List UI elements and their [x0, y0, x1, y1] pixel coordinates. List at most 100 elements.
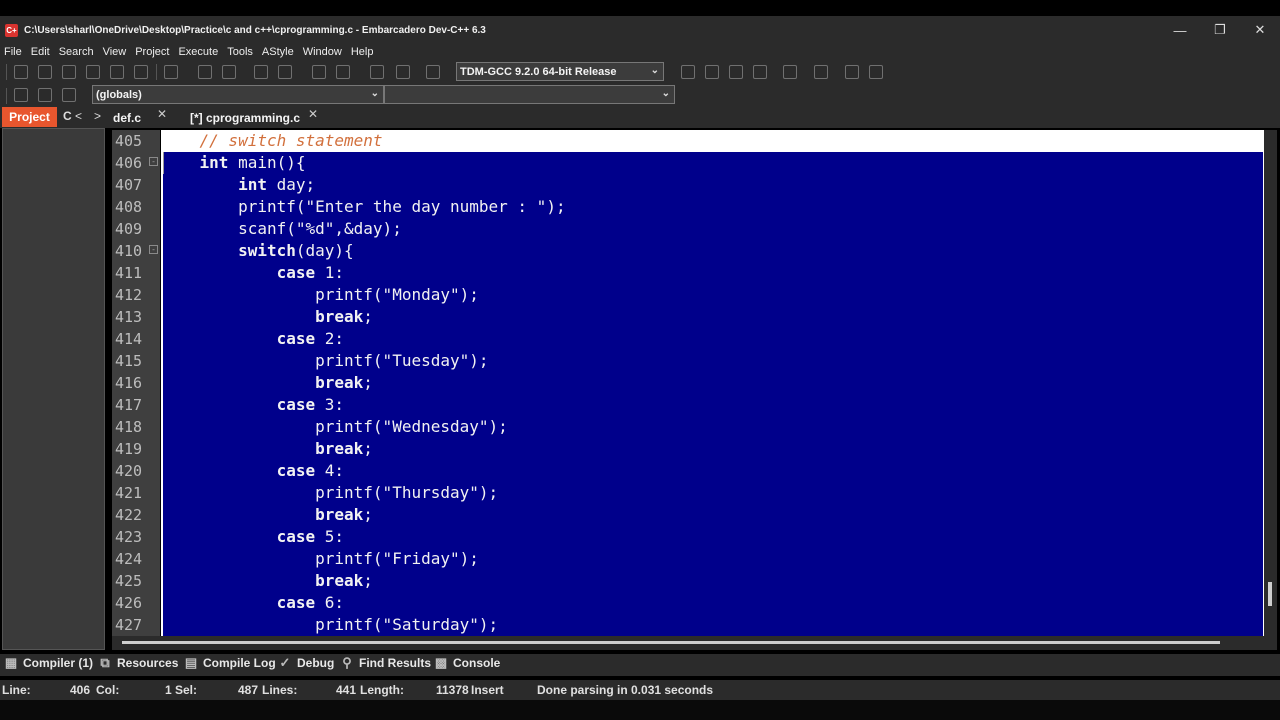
- vertical-scrollbar[interactable]: [1264, 130, 1277, 636]
- code-text: 4:: [315, 461, 345, 480]
- code-text: ;: [363, 439, 373, 458]
- open-folder-icon[interactable]: [38, 65, 52, 79]
- minimize-icon[interactable]: —: [1160, 16, 1200, 44]
- line-number: 413: [112, 306, 160, 328]
- line-number-text: 421: [115, 484, 143, 502]
- code-line: switch(day){: [161, 240, 354, 262]
- line-number-text: 412: [115, 286, 143, 304]
- new-file-icon[interactable]: [14, 65, 28, 79]
- code-comment: // switch statement: [199, 131, 383, 150]
- tab-cprogramming-c[interactable]: [*] cprogramming.c: [190, 108, 300, 128]
- code-keyword: break: [315, 373, 364, 392]
- save-icon[interactable]: [62, 65, 76, 79]
- tab-label: Console: [453, 656, 501, 670]
- line-number: 405: [112, 130, 160, 152]
- print-icon[interactable]: [164, 65, 178, 79]
- menu-window[interactable]: Window: [303, 46, 342, 58]
- save-all-icon[interactable]: [86, 65, 100, 79]
- chart-icon[interactable]: [845, 65, 859, 79]
- code-editor[interactable]: // switch statement int main(){ int day;…: [161, 130, 1277, 636]
- toolbar-grip: [6, 88, 7, 104]
- member-select[interactable]: ⌄: [384, 85, 675, 104]
- tab-label: Find Results: [359, 656, 432, 670]
- vertical-scroll-thumb[interactable]: [1268, 582, 1272, 606]
- line-number: 422: [112, 504, 160, 526]
- new-project-icon[interactable]: [681, 65, 695, 79]
- toolbar-grip: [6, 64, 7, 80]
- tab-def-c[interactable]: def.c: [113, 108, 141, 128]
- menu-execute[interactable]: Execute: [178, 46, 218, 58]
- close-file-icon[interactable]: [110, 65, 124, 79]
- resources-icon: ⧉: [100, 655, 110, 670]
- fold-collapse-icon[interactable]: -: [149, 245, 158, 254]
- menu-view[interactable]: View: [103, 46, 127, 58]
- debug-shield-icon[interactable]: [426, 65, 440, 79]
- line-number: 423: [112, 526, 160, 548]
- project-panel[interactable]: [2, 128, 105, 650]
- horizontal-scroll-thumb[interactable]: [122, 641, 1220, 644]
- menu-file[interactable]: File: [4, 46, 22, 58]
- bookmark-icon[interactable]: [38, 88, 52, 102]
- indent-icon[interactable]: [254, 65, 268, 79]
- tab-compile-log[interactable]: ▤ Compile Log: [184, 655, 276, 670]
- tab-console[interactable]: ▩ Console: [434, 655, 501, 670]
- unindent-icon[interactable]: [278, 65, 292, 79]
- code-text: ;: [363, 505, 373, 524]
- close-tab-icon[interactable]: ✕: [308, 107, 318, 121]
- tab-nav-prev[interactable]: <: [75, 109, 82, 123]
- menu-project[interactable]: Project: [135, 46, 169, 58]
- close-tab-icon[interactable]: ✕: [157, 107, 167, 121]
- tab-resources[interactable]: ⧉ Resources: [98, 655, 179, 670]
- menu-astyle[interactable]: AStyle: [262, 46, 294, 58]
- menu-search[interactable]: Search: [59, 46, 94, 58]
- line-number-text: 407: [115, 176, 143, 194]
- tab-label: Resources: [117, 656, 179, 670]
- tab-find-results[interactable]: ⚲ Find Results: [340, 655, 432, 670]
- horizontal-scrollbar[interactable]: [112, 636, 1277, 650]
- status-lines-label: Lines:: [262, 683, 298, 697]
- tab-debug[interactable]: ✓ Debug: [278, 655, 335, 670]
- line-number-text: 406: [115, 154, 143, 172]
- code-keyword: switch: [238, 241, 296, 260]
- fold-collapse-icon[interactable]: -: [149, 157, 158, 166]
- restore-icon[interactable]: ❐: [1200, 16, 1240, 44]
- code-line: printf("Saturday");: [161, 614, 498, 636]
- grid-view-icon[interactable]: [753, 65, 767, 79]
- tab-compiler[interactable]: ▦ Compiler (1): [4, 655, 93, 670]
- window-icon[interactable]: [705, 65, 719, 79]
- run-icon[interactable]: [396, 65, 410, 79]
- code-text: 3:: [315, 395, 345, 414]
- compile-icon[interactable]: [370, 65, 384, 79]
- tab-project[interactable]: Project: [2, 107, 57, 127]
- menu-edit[interactable]: Edit: [31, 46, 50, 58]
- code-line: printf("Friday");: [161, 548, 479, 570]
- code-keyword: case: [276, 527, 316, 546]
- scope-select[interactable]: (globals) ⌄: [92, 85, 384, 104]
- tab-nav-next[interactable]: >: [94, 109, 101, 123]
- menu-help[interactable]: Help: [351, 46, 374, 58]
- replace-icon[interactable]: [222, 65, 236, 79]
- close-icon[interactable]: ✕: [1240, 16, 1280, 44]
- compiler-select[interactable]: TDM-GCC 9.2.0 64-bit Release ⌄: [456, 62, 664, 81]
- undo-icon[interactable]: [312, 65, 326, 79]
- tab-classes[interactable]: C: [63, 109, 72, 123]
- goto-icon[interactable]: [62, 88, 76, 102]
- code-text: day;: [266, 175, 316, 194]
- delete-profile-icon[interactable]: [869, 65, 883, 79]
- menu-tools[interactable]: Tools: [227, 46, 253, 58]
- close-all-icon[interactable]: [134, 65, 148, 79]
- code-line: printf("Tuesday");: [161, 350, 488, 372]
- calendar-icon[interactable]: [729, 65, 743, 79]
- code-text: ;: [363, 571, 373, 590]
- find-icon[interactable]: [198, 65, 212, 79]
- line-number-gutter: 405 406-407 408 409 410-411 412 413 414 415 416 41…: [112, 130, 160, 636]
- abort-icon[interactable]: [814, 65, 828, 79]
- check-syntax-icon[interactable]: [783, 65, 797, 79]
- line-number: 426: [112, 592, 160, 614]
- insert-icon[interactable]: [14, 88, 28, 102]
- redo-icon[interactable]: [336, 65, 350, 79]
